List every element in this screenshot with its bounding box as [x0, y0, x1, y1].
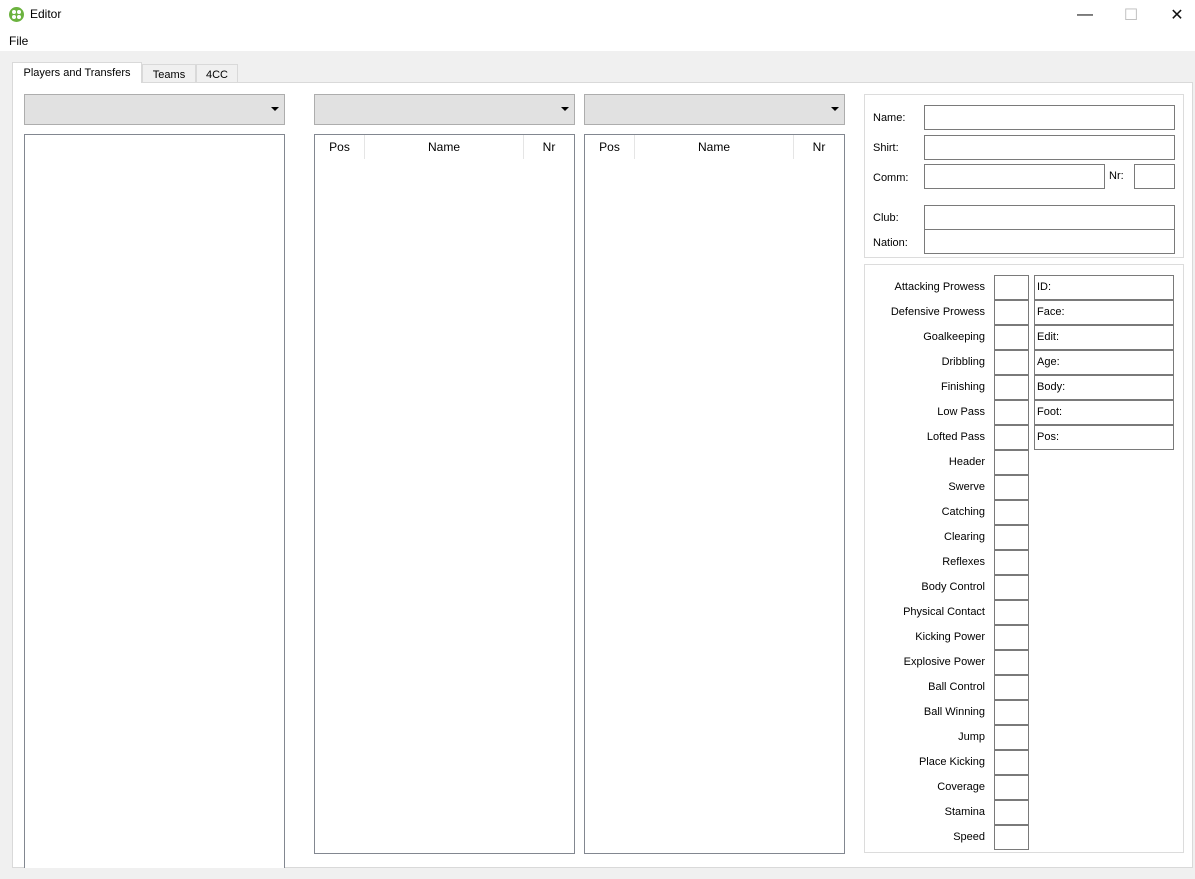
- stat-input[interactable]: [994, 275, 1029, 300]
- squad-b-table[interactable]: Pos Name Nr: [584, 134, 845, 854]
- column-header-nr[interactable]: Nr: [524, 135, 574, 159]
- maximize-icon: ☐: [1123, 7, 1139, 24]
- stat-label: Ball Control: [928, 681, 985, 693]
- squad-b-select-combo[interactable]: [584, 94, 845, 125]
- stat-input[interactable]: [994, 825, 1029, 850]
- team-list[interactable]: [24, 134, 285, 868]
- nation-field[interactable]: [924, 229, 1175, 254]
- stat-label: Speed: [953, 831, 985, 843]
- stat-input[interactable]: [994, 700, 1029, 725]
- stat-input[interactable]: [994, 450, 1029, 475]
- table-header: Pos Name Nr: [315, 135, 574, 159]
- stat-input[interactable]: [994, 300, 1029, 325]
- stat-input[interactable]: [994, 325, 1029, 350]
- stat-label: Catching: [941, 506, 985, 518]
- stat-input[interactable]: [994, 625, 1029, 650]
- chevron-down-icon: [831, 107, 839, 111]
- stat-label: Place Kicking: [918, 756, 985, 768]
- nation-label: Nation:: [873, 237, 908, 249]
- info-field[interactable]: Face:: [1034, 300, 1174, 325]
- stat-input[interactable]: [994, 350, 1029, 375]
- name-label: Name:: [873, 112, 906, 124]
- stat-input[interactable]: [994, 550, 1029, 575]
- column-header-pos[interactable]: Pos: [585, 135, 635, 159]
- menu-bar: File: [0, 30, 1195, 51]
- stat-input[interactable]: [994, 600, 1029, 625]
- column-header-pos[interactable]: Pos: [315, 135, 365, 159]
- club-field[interactable]: [924, 205, 1175, 230]
- stat-input[interactable]: [994, 475, 1029, 500]
- comm-label: Comm:: [873, 172, 909, 184]
- comm-field[interactable]: [924, 164, 1105, 189]
- app-icon: [9, 7, 24, 22]
- stat-input[interactable]: [994, 675, 1029, 700]
- minimize-icon: —: [1077, 6, 1093, 23]
- stat-input[interactable]: [994, 750, 1029, 775]
- squad-a-select-combo[interactable]: [314, 94, 575, 125]
- stat-label: Swerve: [948, 481, 985, 493]
- stat-input[interactable]: [994, 650, 1029, 675]
- stat-label: Defensive Prowess: [890, 306, 985, 318]
- stat-label: Kicking Power: [915, 631, 985, 643]
- chevron-down-icon: [271, 107, 279, 111]
- close-button[interactable]: ✕: [1154, 0, 1195, 30]
- stat-label: Jump: [958, 731, 985, 743]
- stat-label: Explosive Power: [903, 656, 985, 668]
- menu-file[interactable]: File: [9, 34, 28, 48]
- name-field[interactable]: [924, 105, 1175, 130]
- column-header-name[interactable]: Name: [635, 135, 794, 159]
- stat-input[interactable]: [994, 425, 1029, 450]
- player-details-group: Name: Shirt: Comm: Nr: Club: Nation:: [864, 94, 1184, 258]
- stat-input[interactable]: [994, 725, 1029, 750]
- shirt-label: Shirt:: [873, 142, 899, 154]
- chevron-down-icon: [561, 107, 569, 111]
- maximize-button[interactable]: ☐: [1108, 0, 1154, 30]
- nr-field[interactable]: [1134, 164, 1175, 189]
- window-title: Editor: [30, 7, 62, 21]
- info-field[interactable]: Pos:: [1034, 425, 1174, 450]
- stat-input[interactable]: [994, 525, 1029, 550]
- info-field[interactable]: ID:: [1034, 275, 1174, 300]
- team-select-combo[interactable]: [24, 94, 285, 125]
- stat-label: Goalkeeping: [923, 331, 985, 343]
- shirt-field[interactable]: [924, 135, 1175, 160]
- stat-label: Finishing: [940, 381, 985, 393]
- info-field[interactable]: Edit:: [1034, 325, 1174, 350]
- title-bar: Editor — ☐ ✕: [0, 0, 1195, 30]
- stat-label: Stamina: [944, 806, 985, 818]
- stat-label: Attacking Prowess: [894, 281, 985, 293]
- stat-input[interactable]: [994, 500, 1029, 525]
- info-field[interactable]: Body:: [1034, 375, 1174, 400]
- stat-label: Clearing: [944, 531, 985, 543]
- tab-players-and-transfers[interactable]: Players and Transfers: [12, 62, 142, 83]
- player-stats-group: Attacking Prowess Defensive Prowess Goalke…: [864, 264, 1184, 853]
- close-icon: ✕: [1170, 7, 1184, 24]
- column-header-name[interactable]: Name: [365, 135, 524, 159]
- club-label: Club:: [873, 212, 899, 224]
- info-field[interactable]: Foot:: [1034, 400, 1174, 425]
- tab-4cc[interactable]: 4CC: [196, 64, 238, 84]
- stat-label: Lofted Pass: [926, 431, 985, 443]
- stat-label: Ball Winning: [923, 706, 985, 718]
- stat-input[interactable]: [994, 775, 1029, 800]
- tab-teams[interactable]: Teams: [142, 64, 196, 84]
- minimize-button[interactable]: —: [1062, 0, 1108, 30]
- stat-label: Low Pass: [937, 406, 985, 418]
- stat-label: Body Control: [921, 581, 985, 593]
- stat-label: Dribbling: [941, 356, 985, 368]
- stat-label: Header: [948, 456, 985, 468]
- stat-label: Coverage: [937, 781, 985, 793]
- stat-label: Physical Contact: [903, 606, 985, 618]
- stat-label: Reflexes: [942, 556, 985, 568]
- stat-input[interactable]: [994, 375, 1029, 400]
- squad-a-table[interactable]: Pos Name Nr: [314, 134, 575, 854]
- info-field[interactable]: Age:: [1034, 350, 1174, 375]
- stat-input[interactable]: [994, 800, 1029, 825]
- stat-input[interactable]: [994, 575, 1029, 600]
- stat-input[interactable]: [994, 400, 1029, 425]
- column-header-nr[interactable]: Nr: [794, 135, 844, 159]
- nr-label: Nr:: [1109, 170, 1124, 182]
- table-header: Pos Name Nr: [585, 135, 844, 159]
